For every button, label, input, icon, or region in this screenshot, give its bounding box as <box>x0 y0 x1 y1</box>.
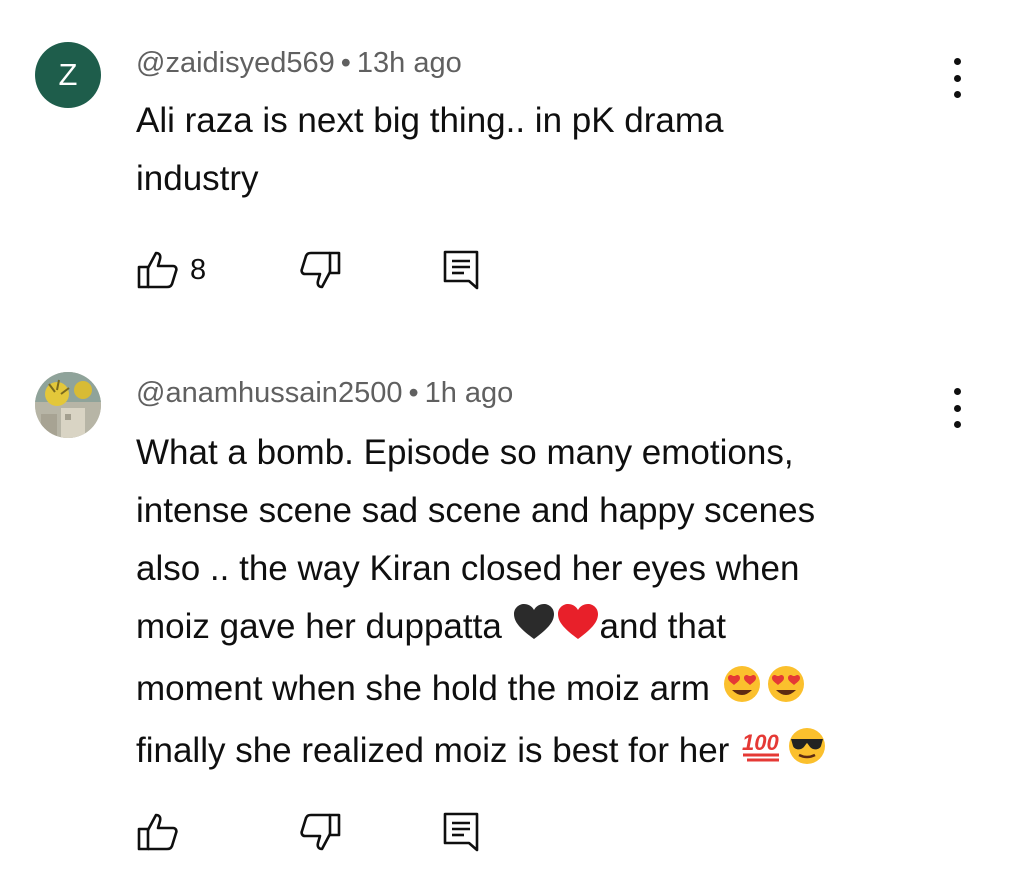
comment-author[interactable]: @zaidisyed569 <box>136 47 335 79</box>
thumbs-down-icon <box>298 248 342 292</box>
comment-item: Z @zaidisyed569 • 13h ago Ali raza is next… <box>0 0 1024 330</box>
comment-text-line: industry <box>136 159 259 198</box>
dislike-button[interactable] <box>298 248 342 292</box>
comment-text-line: finally she realized moiz is best for he… <box>136 722 829 784</box>
svg-text:100: 100 <box>742 730 779 755</box>
comment-time[interactable]: 13h ago <box>357 47 462 79</box>
reply-icon <box>441 810 481 854</box>
comment-item: @anamhussain2500 • 1h ago What a bomb. Epi… <box>0 330 1024 870</box>
comment-text-segment: moiz gave her duppatta <box>136 607 512 646</box>
sunglasses-face-emoji <box>785 726 829 784</box>
comment-text-segment: moment when she hold the moiz arm <box>136 669 720 708</box>
avatar-photo <box>35 372 101 438</box>
comment-time[interactable]: 1h ago <box>425 377 514 409</box>
comment-text-line: Ali raza is next big thing.. in pK drama <box>136 101 724 140</box>
comment-meta: @zaidisyed569 • 13h ago <box>136 47 462 80</box>
like-count: 8 <box>190 253 207 286</box>
comment-text-line: also .. the way Kiran closed her eyes wh… <box>136 549 800 588</box>
comment-text-line: moiz gave her duppatta and that <box>136 598 829 660</box>
thumbs-down-icon <box>298 810 342 854</box>
comment-meta: @anamhussain2500 • 1h ago <box>136 377 513 410</box>
comment-text-segment: and that <box>599 607 727 646</box>
comment-text: What a bomb. Episode so many emotions, i… <box>136 424 829 784</box>
avatar[interactable] <box>35 372 101 438</box>
like-button[interactable] <box>136 810 190 854</box>
comment-actions: 8 <box>136 248 536 292</box>
more-options-icon[interactable] <box>940 56 974 100</box>
like-button[interactable]: 8 <box>136 248 206 292</box>
comment-text-line: intense scene sad scene and happy scenes <box>136 491 816 530</box>
avatar-letter: Z <box>58 57 78 92</box>
comment-actions <box>136 810 536 854</box>
reply-button[interactable] <box>441 248 481 292</box>
comment-text-segment: finally she realized moiz is best for he… <box>136 731 740 770</box>
meta-separator: • <box>340 47 351 79</box>
dislike-button[interactable] <box>298 810 342 854</box>
thumbs-up-icon <box>136 810 180 854</box>
heart-eyes-emoji <box>764 664 808 722</box>
more-options-icon[interactable] <box>940 386 974 430</box>
reply-button[interactable] <box>441 810 481 854</box>
avatar[interactable]: Z <box>35 42 101 108</box>
comment-text-line: What a bomb. Episode so many emotions, <box>136 433 794 472</box>
hundred-points-emoji: 100 <box>739 726 785 784</box>
heart-eyes-emoji <box>720 664 764 722</box>
meta-separator: • <box>408 377 419 409</box>
reply-icon <box>441 248 481 292</box>
red-heart-emoji <box>556 602 600 660</box>
comment-text: Ali raza is next big thing.. in pK drama… <box>136 92 724 208</box>
thumbs-up-icon <box>136 248 180 292</box>
comment-author[interactable]: @anamhussain2500 <box>136 377 402 409</box>
comment-text-line: moment when she hold the moiz arm <box>136 660 829 722</box>
black-heart-emoji <box>512 602 556 660</box>
